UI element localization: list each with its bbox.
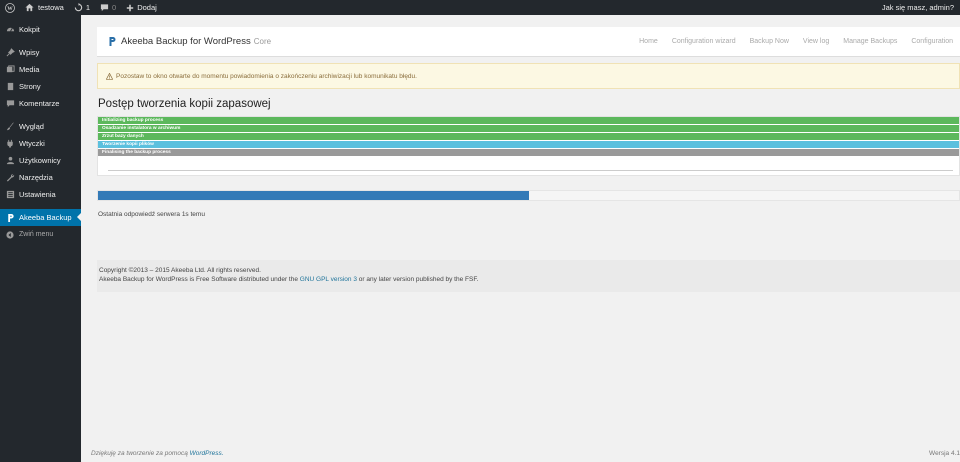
sidebar-item-label: Komentarze <box>19 99 60 108</box>
nav-link-backup-now[interactable]: Backup Now <box>750 38 789 45</box>
sidebar-item-label: Wygląd <box>19 122 44 131</box>
sidebar-item-label: Ustawienia <box>19 190 56 199</box>
updates-link[interactable]: 1 <box>69 0 95 15</box>
akeeba-brand-title: Akeeba Backup for WordPress <box>121 36 251 47</box>
step-initializing: Initializing backup process <box>98 117 959 124</box>
backup-progress-bar <box>97 190 960 201</box>
settings-icon <box>5 190 15 200</box>
main-content: Akeeba Backup for WordPress Core Home Co… <box>81 15 960 462</box>
sidebar-item-wpisy[interactable]: Wpisy <box>0 44 81 61</box>
wordpress-link[interactable]: WordPress. <box>190 450 224 457</box>
sidebar-item-label: Wtyczki <box>19 139 45 148</box>
wp-footer-thanks: Dziękuję za tworzenie za pomocą WordPres… <box>91 450 224 457</box>
comments-link[interactable]: 0 <box>95 0 121 15</box>
sidebar-item-akeeba-backup[interactable]: Akeeba Backup <box>0 209 81 226</box>
media-icon <box>5 65 15 75</box>
warning-notice-text: Pozostaw to okno otwarte do momentu powi… <box>116 72 417 80</box>
akeeba-brand[interactable]: Akeeba Backup for WordPress Core <box>97 36 271 47</box>
wrench-icon <box>5 173 15 183</box>
akeeba-footer: Copyright ©2013 – 2015 Akeeba Ltd. All r… <box>97 260 960 292</box>
nav-link-configuration-wizard[interactable]: Configuration wizard <box>672 38 736 45</box>
add-new-link[interactable]: Dodaj <box>121 0 162 15</box>
account-menu[interactable]: Jak się masz, admin? <box>877 0 960 15</box>
license-text: Akeeba Backup for WordPress is Free Soft… <box>99 275 958 284</box>
dashboard-icon <box>5 25 15 35</box>
wp-footer-thanks-text: Dziękuję za tworzenie za pomocą <box>91 450 188 457</box>
greeting-label: Jak się masz, admin? <box>881 3 954 12</box>
nav-link-manage-backups[interactable]: Manage Backups <box>843 38 897 45</box>
last-response-status: Ostatnia odpowiedź serwera 1s temu <box>98 211 205 218</box>
updates-icon <box>74 3 83 12</box>
collapse-menu-button[interactable]: Zwiń menu <box>0 226 81 243</box>
pin-icon <box>5 48 15 58</box>
backup-steps-panel: Initializing backup process Osadzanie in… <box>97 116 960 176</box>
page-icon <box>5 82 15 92</box>
plugin-icon <box>5 139 15 149</box>
sidebar-item-label: Media <box>19 65 40 74</box>
warning-icon <box>106 72 113 80</box>
brush-icon <box>5 122 15 132</box>
user-icon <box>5 156 15 166</box>
license-prefix: Akeeba Backup for WordPress is Free Soft… <box>99 276 298 283</box>
home-icon <box>25 3 34 12</box>
substep-divider <box>108 170 953 171</box>
backup-progress-fill <box>98 191 529 200</box>
step-finalising: Finalising the backup process <box>98 149 959 156</box>
plus-icon <box>127 4 134 11</box>
updates-count: 1 <box>85 3 91 12</box>
sidebar-item-label: Strony <box>19 82 41 91</box>
gpl-link[interactable]: GNU GPL version 3 <box>300 276 357 283</box>
wp-version: Wersja 4.1 <box>929 450 960 457</box>
sidebar-item-kokpit[interactable]: Kokpit <box>0 21 81 38</box>
license-suffix: or any later version published by the FS… <box>358 276 479 283</box>
comment-icon <box>5 99 15 109</box>
site-name-link[interactable]: testowa <box>20 0 69 15</box>
comment-bubble-icon <box>100 4 109 12</box>
step-installer: Osadzanie instalatora w archiwum <box>98 125 959 132</box>
step-database-dump: Zrzut bazy danych <box>98 133 959 140</box>
sidebar-item-ustawienia[interactable]: Ustawienia <box>0 186 81 203</box>
sidebar-item-narzedzia[interactable]: Narzędzia <box>0 169 81 186</box>
sidebar-item-label: Wpisy <box>19 48 40 57</box>
step-files-backup: Tworzenie kopii plików <box>98 141 959 148</box>
collapse-arrow-icon <box>5 230 15 240</box>
site-name-label: testowa <box>38 3 64 12</box>
sidebar-item-media[interactable]: Media <box>0 61 81 78</box>
warning-notice: Pozostaw to okno otwarte do momentu powi… <box>97 63 960 89</box>
sidebar-item-label: Akeeba Backup <box>19 213 72 222</box>
akeeba-icon <box>5 213 15 223</box>
wordpress-logo-icon[interactable]: W <box>0 0 20 15</box>
sidebar-item-strony[interactable]: Strony <box>0 78 81 95</box>
sidebar-item-wyglad[interactable]: Wygląd <box>0 118 81 135</box>
page-title: Postęp tworzenia kopii zapasowej <box>98 98 271 110</box>
akeeba-logo-icon <box>109 37 116 46</box>
add-new-label: Dodaj <box>137 3 157 12</box>
akeeba-navbar: Akeeba Backup for WordPress Core Home Co… <box>97 27 960 57</box>
sidebar-item-wtyczki[interactable]: Wtyczki <box>0 135 81 152</box>
nav-link-view-log[interactable]: View log <box>803 38 829 45</box>
comments-count: 0 <box>112 3 117 12</box>
akeeba-nav-links: Home Configuration wizard Backup Now Vie… <box>632 38 960 45</box>
sidebar-item-label: Kokpit <box>19 25 40 34</box>
admin-bar: W testowa 1 0 Dodaj Jak się masz, admin? <box>0 0 960 15</box>
sidebar-item-komentarze[interactable]: Komentarze <box>0 95 81 112</box>
sidebar-item-label: Narzędzia <box>19 173 53 182</box>
sidebar-item-label: Użytkownicy <box>19 156 61 165</box>
copyright-text: Copyright ©2013 – 2015 Akeeba Ltd. All r… <box>99 267 261 274</box>
collapse-menu-label: Zwiń menu <box>19 231 54 238</box>
svg-text:W: W <box>7 6 13 12</box>
nav-link-configuration[interactable]: Configuration <box>911 38 953 45</box>
nav-link-home[interactable]: Home <box>639 38 658 45</box>
akeeba-edition-label: Core <box>253 37 272 46</box>
admin-sidebar: Kokpit Wpisy Media Strony Komentarze Wyg… <box>0 15 81 462</box>
sidebar-item-uzytkownicy[interactable]: Użytkownicy <box>0 152 81 169</box>
